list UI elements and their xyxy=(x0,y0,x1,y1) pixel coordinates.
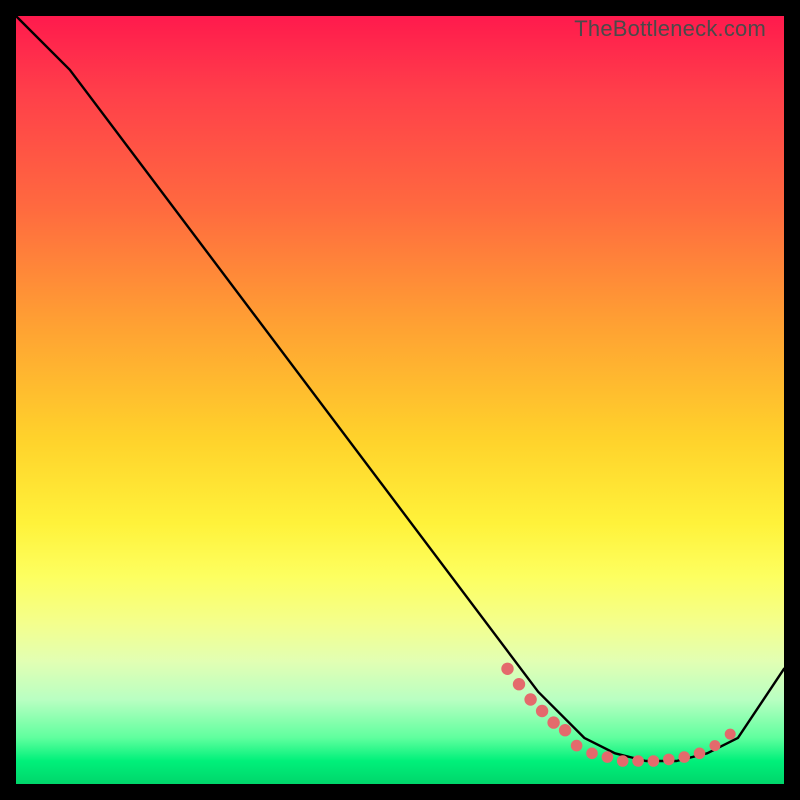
marker-dot xyxy=(501,663,513,675)
marker-dot xyxy=(694,748,706,760)
marker-dot xyxy=(678,751,690,763)
bottleneck-curve xyxy=(16,16,784,761)
marker-dot xyxy=(536,705,548,717)
marker-dot xyxy=(617,755,629,767)
curve-svg xyxy=(16,16,784,784)
plot-area: TheBottleneck.com xyxy=(16,16,784,784)
marker-dot xyxy=(632,755,644,767)
chart-frame: TheBottleneck.com xyxy=(0,0,800,800)
watermark-text: TheBottleneck.com xyxy=(574,16,766,42)
marker-dot xyxy=(725,729,736,740)
marker-dot xyxy=(602,751,614,763)
marker-dot xyxy=(709,740,720,751)
marker-dot xyxy=(571,740,583,752)
marker-dot xyxy=(586,748,598,760)
marker-dot xyxy=(648,755,660,767)
marker-dot xyxy=(513,678,525,690)
marker-dots xyxy=(501,663,735,767)
marker-dot xyxy=(547,716,559,728)
marker-dot xyxy=(559,724,571,736)
marker-dot xyxy=(663,754,675,766)
marker-dot xyxy=(524,693,536,705)
